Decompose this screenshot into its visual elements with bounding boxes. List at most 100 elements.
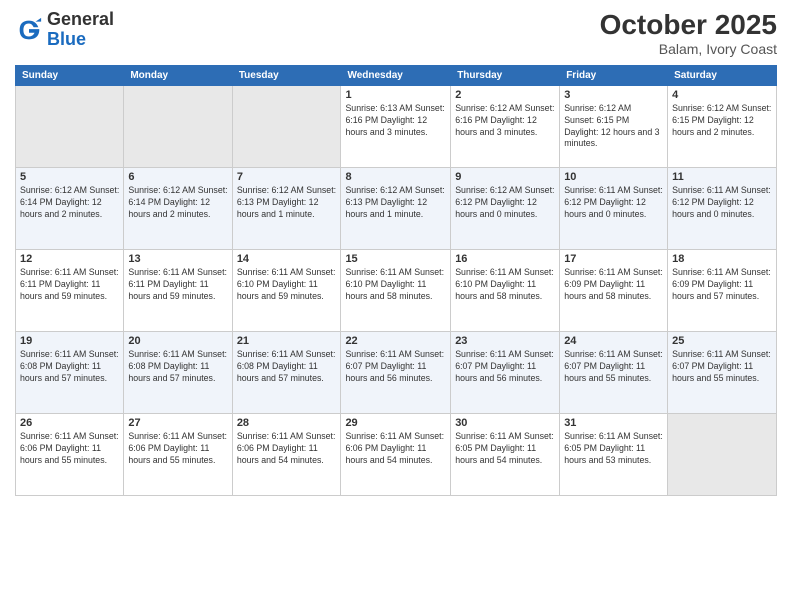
title-block: October 2025 Balam, Ivory Coast xyxy=(600,10,777,57)
day-info: Sunrise: 6:11 AM Sunset: 6:05 PM Dayligh… xyxy=(564,431,663,467)
day-number: 23 xyxy=(455,335,555,347)
day-number: 17 xyxy=(564,253,663,265)
logo-icon xyxy=(15,16,43,44)
calendar-cell: 20Sunrise: 6:11 AM Sunset: 6:08 PM Dayli… xyxy=(124,331,232,413)
day-number: 9 xyxy=(455,171,555,183)
weekday-header: Saturday xyxy=(668,65,777,85)
calendar-table: SundayMondayTuesdayWednesdayThursdayFrid… xyxy=(15,65,777,496)
month-title: October 2025 xyxy=(600,10,777,41)
calendar-cell: 10 Sunrise: 6:11 AM Sunset: 6:12 PM Dayli… xyxy=(560,167,668,249)
calendar-week: 12 Sunrise: 6:11 AM Sunset: 6:11 PM Dayli… xyxy=(16,249,777,331)
calendar-cell xyxy=(232,85,341,167)
weekday-header: Tuesday xyxy=(232,65,341,85)
day-number: 4 xyxy=(672,89,772,101)
calendar-week: 1 Sunrise: 6:13 AM Sunset: 6:16 PM Daylig… xyxy=(16,85,777,167)
day-number: 10 xyxy=(564,171,663,183)
calendar-cell: 25 Sunrise: 6:11 AM Sunset: 6:07 PM Dayli… xyxy=(668,331,777,413)
calendar-cell: 6Sunrise: 6:12 AM Sunset: 6:14 PM Daylig… xyxy=(124,167,232,249)
day-info: Sunrise: 6:11 AM Sunset: 6:10 PM Dayligh… xyxy=(345,267,446,303)
day-number: 26 xyxy=(20,417,119,429)
calendar-cell: 8 Sunrise: 6:12 AM Sunset: 6:13 PM Daylig… xyxy=(341,167,451,249)
calendar-cell: 19Sunrise: 6:11 AM Sunset: 6:08 PM Dayli… xyxy=(16,331,124,413)
calendar-cell: 15 Sunrise: 6:11 AM Sunset: 6:10 PM Dayli… xyxy=(341,249,451,331)
calendar-cell: 31 Sunrise: 6:11 AM Sunset: 6:05 PM Dayli… xyxy=(560,413,668,495)
weekday-header: Monday xyxy=(124,65,232,85)
calendar-week: 19Sunrise: 6:11 AM Sunset: 6:08 PM Dayli… xyxy=(16,331,777,413)
day-info: Sunrise: 6:12 AM Sunset: 6:15 PM Dayligh… xyxy=(564,103,663,151)
day-number: 13 xyxy=(128,253,227,265)
header-row: SundayMondayTuesdayWednesdayThursdayFrid… xyxy=(16,65,777,85)
day-number: 28 xyxy=(237,417,337,429)
weekday-header: Wednesday xyxy=(341,65,451,85)
calendar-cell: 14 Sunrise: 6:11 AM Sunset: 6:10 PM Dayli… xyxy=(232,249,341,331)
day-number: 1 xyxy=(345,89,446,101)
day-number: 8 xyxy=(345,171,446,183)
day-number: 27 xyxy=(128,417,227,429)
page: General Blue October 2025 Balam, Ivory C… xyxy=(0,0,792,612)
day-info: Sunrise: 6:11 AM Sunset: 6:10 PM Dayligh… xyxy=(237,267,337,303)
day-number: 22 xyxy=(345,335,446,347)
calendar-cell xyxy=(16,85,124,167)
weekday-header: Friday xyxy=(560,65,668,85)
calendar-cell: 28 Sunrise: 6:11 AM Sunset: 6:06 PM Dayli… xyxy=(232,413,341,495)
day-info: Sunrise: 6:11 AM Sunset: 6:06 PM Dayligh… xyxy=(345,431,446,467)
day-info: Sunrise: 6:11 AM Sunset: 6:07 PM Dayligh… xyxy=(672,349,772,385)
calendar-cell: 7 Sunrise: 6:12 AM Sunset: 6:13 PM Daylig… xyxy=(232,167,341,249)
day-number: 2 xyxy=(455,89,555,101)
day-info: Sunrise: 6:11 AM Sunset: 6:06 PM Dayligh… xyxy=(237,431,337,467)
day-number: 12 xyxy=(20,253,119,265)
day-number: 7 xyxy=(237,171,337,183)
day-info: Sunrise: 6:13 AM Sunset: 6:16 PM Dayligh… xyxy=(345,103,446,139)
calendar-cell: 27 Sunrise: 6:11 AM Sunset: 6:06 PM Dayli… xyxy=(124,413,232,495)
day-number: 18 xyxy=(672,253,772,265)
calendar-cell xyxy=(124,85,232,167)
day-number: 24 xyxy=(564,335,663,347)
day-info: Sunrise: 6:11 AM Sunset: 6:09 PM Dayligh… xyxy=(564,267,663,303)
day-number: 29 xyxy=(345,417,446,429)
day-number: 31 xyxy=(564,417,663,429)
logo: General Blue xyxy=(15,10,114,50)
day-number: 3 xyxy=(564,89,663,101)
day-info: Sunrise: 6:12 AM Sunset: 6:14 PM Dayligh… xyxy=(20,185,119,221)
calendar-cell: 23 Sunrise: 6:11 AM Sunset: 6:07 PM Dayli… xyxy=(451,331,560,413)
calendar-cell: 26 Sunrise: 6:11 AM Sunset: 6:06 PM Dayli… xyxy=(16,413,124,495)
day-info: Sunrise: 6:11 AM Sunset: 6:07 PM Dayligh… xyxy=(345,349,446,385)
day-number: 14 xyxy=(237,253,337,265)
day-number: 16 xyxy=(455,253,555,265)
day-info: Sunrise: 6:12 AM Sunset: 6:13 PM Dayligh… xyxy=(237,185,337,221)
day-number: 11 xyxy=(672,171,772,183)
day-info: Sunrise: 6:12 AM Sunset: 6:16 PM Dayligh… xyxy=(455,103,555,139)
calendar-cell: 24Sunrise: 6:11 AM Sunset: 6:07 PM Dayli… xyxy=(560,331,668,413)
day-info: Sunrise: 6:11 AM Sunset: 6:06 PM Dayligh… xyxy=(20,431,119,467)
day-info: Sunrise: 6:11 AM Sunset: 6:08 PM Dayligh… xyxy=(20,349,119,385)
day-info: Sunrise: 6:11 AM Sunset: 6:12 PM Dayligh… xyxy=(564,185,663,221)
weekday-header: Sunday xyxy=(16,65,124,85)
calendar-cell: 1 Sunrise: 6:13 AM Sunset: 6:16 PM Daylig… xyxy=(341,85,451,167)
day-info: Sunrise: 6:11 AM Sunset: 6:11 PM Dayligh… xyxy=(128,267,227,303)
calendar-cell: 22 Sunrise: 6:11 AM Sunset: 6:07 PM Dayli… xyxy=(341,331,451,413)
calendar-cell: 2 Sunrise: 6:12 AM Sunset: 6:16 PM Daylig… xyxy=(451,85,560,167)
calendar-cell: 9Sunrise: 6:12 AM Sunset: 6:12 PM Daylig… xyxy=(451,167,560,249)
calendar-cell: 17 Sunrise: 6:11 AM Sunset: 6:09 PM Dayli… xyxy=(560,249,668,331)
day-info: Sunrise: 6:11 AM Sunset: 6:07 PM Dayligh… xyxy=(455,349,555,385)
day-info: Sunrise: 6:11 AM Sunset: 6:11 PM Dayligh… xyxy=(20,267,119,303)
day-info: Sunrise: 6:11 AM Sunset: 6:06 PM Dayligh… xyxy=(128,431,227,467)
calendar-week: 5Sunrise: 6:12 AM Sunset: 6:14 PM Daylig… xyxy=(16,167,777,249)
day-number: 20 xyxy=(128,335,227,347)
day-number: 25 xyxy=(672,335,772,347)
day-number: 30 xyxy=(455,417,555,429)
logo-text: General Blue xyxy=(47,10,114,50)
day-info: Sunrise: 6:12 AM Sunset: 6:13 PM Dayligh… xyxy=(345,185,446,221)
day-number: 21 xyxy=(237,335,337,347)
day-info: Sunrise: 6:11 AM Sunset: 6:08 PM Dayligh… xyxy=(237,349,337,385)
location: Balam, Ivory Coast xyxy=(600,41,777,57)
calendar-cell: 13 Sunrise: 6:11 AM Sunset: 6:11 PM Dayli… xyxy=(124,249,232,331)
calendar-cell: 30Sunrise: 6:11 AM Sunset: 6:05 PM Dayli… xyxy=(451,413,560,495)
calendar-cell: 4Sunrise: 6:12 AM Sunset: 6:15 PM Daylig… xyxy=(668,85,777,167)
calendar-cell: 21 Sunrise: 6:11 AM Sunset: 6:08 PM Dayli… xyxy=(232,331,341,413)
day-info: Sunrise: 6:11 AM Sunset: 6:09 PM Dayligh… xyxy=(672,267,772,303)
day-number: 6 xyxy=(128,171,227,183)
day-number: 15 xyxy=(345,253,446,265)
calendar-cell: 18 Sunrise: 6:11 AM Sunset: 6:09 PM Dayli… xyxy=(668,249,777,331)
calendar-cell: 29 Sunrise: 6:11 AM Sunset: 6:06 PM Dayli… xyxy=(341,413,451,495)
